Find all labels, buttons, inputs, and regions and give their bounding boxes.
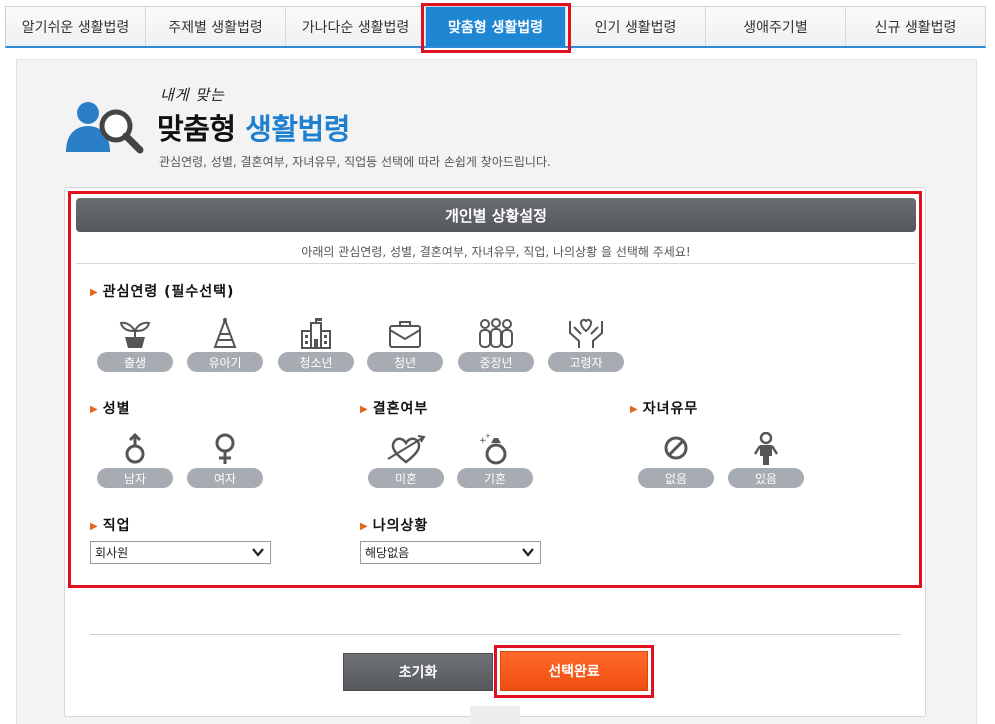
tab-alphabetical-law[interactable]: 가나다순 생활법령 xyxy=(286,7,426,46)
tab-life-cycle[interactable]: 생애주기별 xyxy=(706,7,846,46)
button-divider xyxy=(90,634,901,635)
age-option-birth-label: 출생 xyxy=(97,352,173,372)
prohibited-icon xyxy=(656,432,696,466)
tab-custom-law[interactable]: 맞춤형 생활법령 xyxy=(426,7,566,46)
job-select-value: 회사원 xyxy=(95,546,129,560)
tab-new-law[interactable]: 신규 생활법령 xyxy=(846,7,985,46)
job-section-title: ▶ 직업 xyxy=(90,515,130,535)
children-title-text: 자녀유무 xyxy=(642,401,699,417)
age-option-youth-label: 청소년 xyxy=(278,352,354,372)
reset-button[interactable]: 초기화 xyxy=(343,653,493,691)
chevron-down-icon xyxy=(522,548,534,557)
bottom-tab-stub xyxy=(470,706,520,724)
bullet-arrow-icon: ▶ xyxy=(90,521,99,532)
male-icon xyxy=(115,432,155,466)
gender-section-title: ▶ 성별 xyxy=(90,398,130,418)
job-select[interactable]: 회사원 xyxy=(90,541,271,564)
heart-arrow-icon xyxy=(386,432,426,466)
age-option-young-adult[interactable]: 청년 xyxy=(367,316,443,376)
marriage-option-single[interactable]: 미혼 xyxy=(368,432,444,492)
age-option-birth[interactable]: 출생 xyxy=(97,316,173,376)
age-title-text: 관심연령 (필수선택) xyxy=(102,284,235,300)
children-section-title: ▶ 자녀유무 xyxy=(630,398,698,418)
page-title-accent: 생활법령 xyxy=(245,112,350,146)
main-tab-bar: 알기쉬운 생활법령 주제별 생활법령 가나다순 생활법령 맞춤형 생활법령 인기… xyxy=(5,6,986,48)
tab-easy-law[interactable]: 알기쉬운 생활법령 xyxy=(6,7,146,46)
gender-option-female[interactable]: 여자 xyxy=(187,432,263,492)
marriage-section-title: ▶ 결혼여부 xyxy=(360,398,428,418)
situation-section-title: ▶ 나의상황 xyxy=(360,515,428,535)
children-option-yes-label: 있음 xyxy=(728,468,804,488)
age-option-middle-age-label: 중장년 xyxy=(458,352,534,372)
bullet-arrow-icon: ▶ xyxy=(630,404,639,415)
ring-icon: + + xyxy=(475,432,515,466)
children-option-yes[interactable]: 있음 xyxy=(728,432,804,492)
chevron-down-icon xyxy=(252,548,264,557)
age-option-youth[interactable]: 청소년 xyxy=(278,316,354,376)
situation-select-value: 해당없음 xyxy=(365,546,410,560)
age-option-young-adult-label: 청년 xyxy=(367,352,443,372)
female-icon xyxy=(205,432,245,466)
child-icon xyxy=(746,432,786,466)
sprout-icon xyxy=(115,316,155,350)
marriage-option-married[interactable]: + + 기혼 xyxy=(457,432,533,492)
page-title: 맞춤형 생활법령 xyxy=(157,106,350,148)
situation-select[interactable]: 해당없음 xyxy=(360,541,541,564)
bullet-arrow-icon: ▶ xyxy=(360,521,369,532)
job-title-text: 직업 xyxy=(102,518,131,534)
bullet-arrow-icon: ▶ xyxy=(90,287,99,298)
settings-divider xyxy=(76,263,916,264)
page-title-main: 맞춤형 xyxy=(157,112,236,146)
care-hands-icon xyxy=(566,316,606,350)
header-script-text: 내게 맞는 xyxy=(160,86,225,104)
briefcase-icon xyxy=(385,316,425,350)
party-hat-icon xyxy=(205,316,245,350)
age-option-infant-label: 유아기 xyxy=(187,352,263,372)
age-section-title: ▶ 관심연령 (필수선택) xyxy=(90,281,234,301)
complete-selection-button[interactable]: 선택완료 xyxy=(500,651,648,691)
page-description: 관심연령, 성별, 결혼여부, 자녀유무, 직업등 선택에 따라 손쉽게 찾아드… xyxy=(159,155,551,169)
age-option-elderly-label: 고령자 xyxy=(548,352,624,372)
marriage-option-single-label: 미혼 xyxy=(368,468,444,488)
gender-option-male-label: 남자 xyxy=(97,468,173,488)
children-option-none[interactable]: 없음 xyxy=(638,432,714,492)
situation-title-text: 나의상황 xyxy=(372,518,429,534)
age-option-infant[interactable]: 유아기 xyxy=(187,316,263,376)
tab-topic-law[interactable]: 주제별 생활법령 xyxy=(146,7,286,46)
marriage-title-text: 결혼여부 xyxy=(372,401,429,417)
marriage-option-married-label: 기혼 xyxy=(457,468,533,488)
settings-description: 아래의 관심연령, 성별, 결혼여부, 자녀유무, 직업, 나의상황 을 선택해… xyxy=(301,245,691,259)
person-search-icon xyxy=(66,96,146,156)
school-building-icon xyxy=(296,316,336,350)
age-option-elderly[interactable]: 고령자 xyxy=(548,316,624,376)
gender-option-female-label: 여자 xyxy=(187,468,263,488)
bullet-arrow-icon: ▶ xyxy=(360,404,369,415)
svg-text:+: + xyxy=(485,433,491,440)
tab-popular-law[interactable]: 인기 생활법령 xyxy=(566,7,706,46)
family-icon xyxy=(476,316,516,350)
children-option-none-label: 없음 xyxy=(638,468,714,488)
bullet-arrow-icon: ▶ xyxy=(90,404,99,415)
settings-title-bar: 개인별 상황설정 xyxy=(76,198,916,232)
gender-option-male[interactable]: 남자 xyxy=(97,432,173,492)
age-option-middle-age[interactable]: 중장년 xyxy=(458,316,534,376)
gender-title-text: 성별 xyxy=(102,401,131,417)
